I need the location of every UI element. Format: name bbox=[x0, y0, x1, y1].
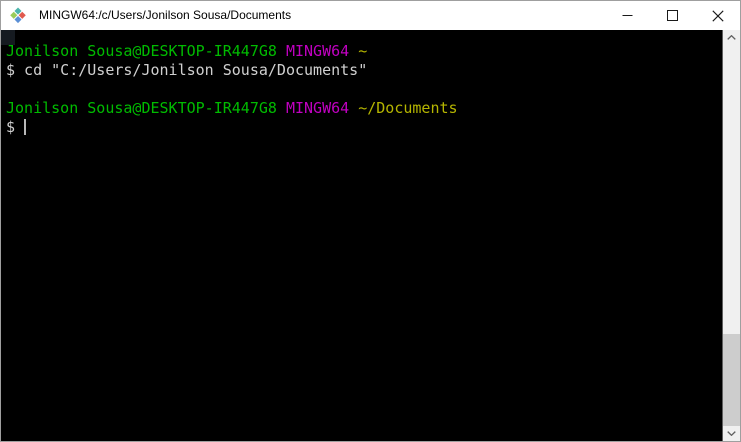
terminal-text-segment: Jonilson Sousa@DESKTOP-IR447G8 bbox=[6, 99, 286, 117]
maximize-icon bbox=[667, 10, 678, 21]
terminal-text-segment: ~ bbox=[358, 42, 368, 60]
terminal-text-segment: $ bbox=[6, 118, 25, 136]
scrollbar[interactable] bbox=[722, 30, 740, 441]
terminal-body: Jonilson Sousa@DESKTOP-IR447G8 MINGW64 ~… bbox=[1, 30, 740, 441]
terminal-line: $ cd "C:/Users/Jonilson Sousa/Documents" bbox=[6, 61, 722, 80]
scrollbar-thumb[interactable] bbox=[723, 334, 740, 426]
chevron-up-icon bbox=[727, 35, 736, 40]
terminal-cursor bbox=[24, 119, 27, 135]
terminal-window: MINGW64:/c/Users/Jonilson Sousa/Document… bbox=[0, 0, 741, 442]
maximize-button[interactable] bbox=[650, 1, 695, 30]
app-icon[interactable] bbox=[10, 7, 27, 24]
terminal-output[interactable]: Jonilson Sousa@DESKTOP-IR447G8 MINGW64 ~… bbox=[1, 30, 722, 441]
window-controls bbox=[605, 1, 740, 30]
terminal-line: Jonilson Sousa@DESKTOP-IR447G8 MINGW64 ~… bbox=[6, 99, 722, 118]
titlebar[interactable]: MINGW64:/c/Users/Jonilson Sousa/Document… bbox=[1, 1, 740, 30]
window-title: MINGW64:/c/Users/Jonilson Sousa/Document… bbox=[39, 8, 292, 22]
msys-diamond-icon bbox=[10, 7, 27, 24]
faint-artifact bbox=[1, 30, 15, 45]
minimize-icon bbox=[622, 15, 633, 16]
scrollbar-down-button[interactable] bbox=[723, 426, 740, 441]
terminal-line: $ bbox=[6, 118, 722, 137]
terminal-text-segment: ~/Documents bbox=[358, 99, 458, 117]
chevron-down-icon bbox=[727, 431, 736, 436]
terminal-line: Jonilson Sousa@DESKTOP-IR447G8 MINGW64 ~ bbox=[6, 42, 722, 61]
close-button[interactable] bbox=[695, 1, 740, 30]
terminal-text-segment: Jonilson Sousa@DESKTOP-IR447G8 bbox=[6, 42, 286, 60]
terminal-text-segment: MINGW64 bbox=[285, 99, 359, 117]
terminal-text-segment: $ cd "C:/Users/Jonilson Sousa/Documents" bbox=[6, 61, 368, 79]
close-icon bbox=[711, 9, 724, 22]
scrollbar-track[interactable] bbox=[723, 45, 740, 426]
terminal-text-segment: MINGW64 bbox=[285, 42, 359, 60]
minimize-button[interactable] bbox=[605, 1, 650, 30]
scrollbar-up-button[interactable] bbox=[723, 30, 740, 45]
terminal-lines: Jonilson Sousa@DESKTOP-IR447G8 MINGW64 ~… bbox=[6, 42, 722, 137]
